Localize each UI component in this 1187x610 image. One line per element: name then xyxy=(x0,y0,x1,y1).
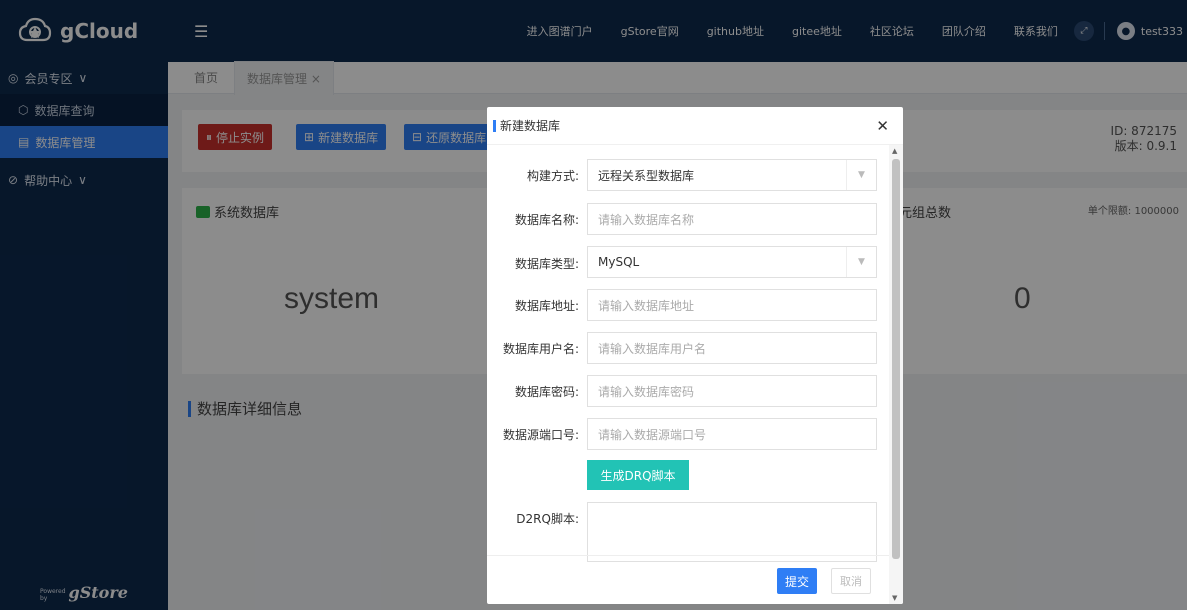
db-user-label: 数据库用户名: xyxy=(502,342,579,356)
db-address-label: 数据库地址: xyxy=(514,299,579,313)
dialog-title: 新建数据库 xyxy=(500,119,561,133)
scroll-down-icon[interactable]: ▼ xyxy=(892,594,897,602)
dialog-footer-divider xyxy=(487,555,889,556)
db-name-label: 数据库名称: xyxy=(514,213,579,227)
dialog-header: 新建数据库 xyxy=(487,107,903,145)
db-port-input[interactable]: 请输入数据源端口号 xyxy=(587,418,877,450)
build-method-label: 构建方式: xyxy=(526,169,579,183)
new-database-dialog: 新建数据库 ✕ 构建方式: 远程关系型数据库 ▼ 数据库名称: 请输入数据库名称… xyxy=(487,107,903,604)
db-type-label: 数据库类型: xyxy=(514,257,579,271)
close-icon[interactable]: ✕ xyxy=(876,117,889,135)
dialog-scrollbar[interactable]: ▲ ▼ xyxy=(889,145,903,604)
cancel-button[interactable]: 取消 xyxy=(831,568,871,594)
db-name-input[interactable]: 请输入数据库名称 xyxy=(587,203,877,235)
scroll-up-icon[interactable]: ▲ xyxy=(892,147,897,155)
db-type-select[interactable]: MySQL ▼ xyxy=(587,246,877,278)
submit-button[interactable]: 提交 xyxy=(777,568,817,594)
scrollbar-thumb[interactable] xyxy=(892,159,900,559)
build-method-select[interactable]: 远程关系型数据库 ▼ xyxy=(587,159,877,191)
db-user-input[interactable]: 请输入数据库用户名 xyxy=(587,332,877,364)
d2rq-script-textarea[interactable] xyxy=(587,502,877,562)
d2rq-script-label: D2RQ脚本: xyxy=(516,512,579,526)
db-port-label: 数据源端口号: xyxy=(502,428,579,442)
db-password-label: 数据库密码: xyxy=(514,385,579,399)
db-address-input[interactable]: 请输入数据库地址 xyxy=(587,289,877,321)
db-password-input[interactable]: 请输入数据库密码 xyxy=(587,375,877,407)
caret-down-icon: ▼ xyxy=(846,247,876,277)
accent-bar xyxy=(493,119,496,132)
caret-down-icon: ▼ xyxy=(846,160,876,190)
generate-drq-button[interactable]: 生成DRQ脚本 xyxy=(587,460,689,490)
